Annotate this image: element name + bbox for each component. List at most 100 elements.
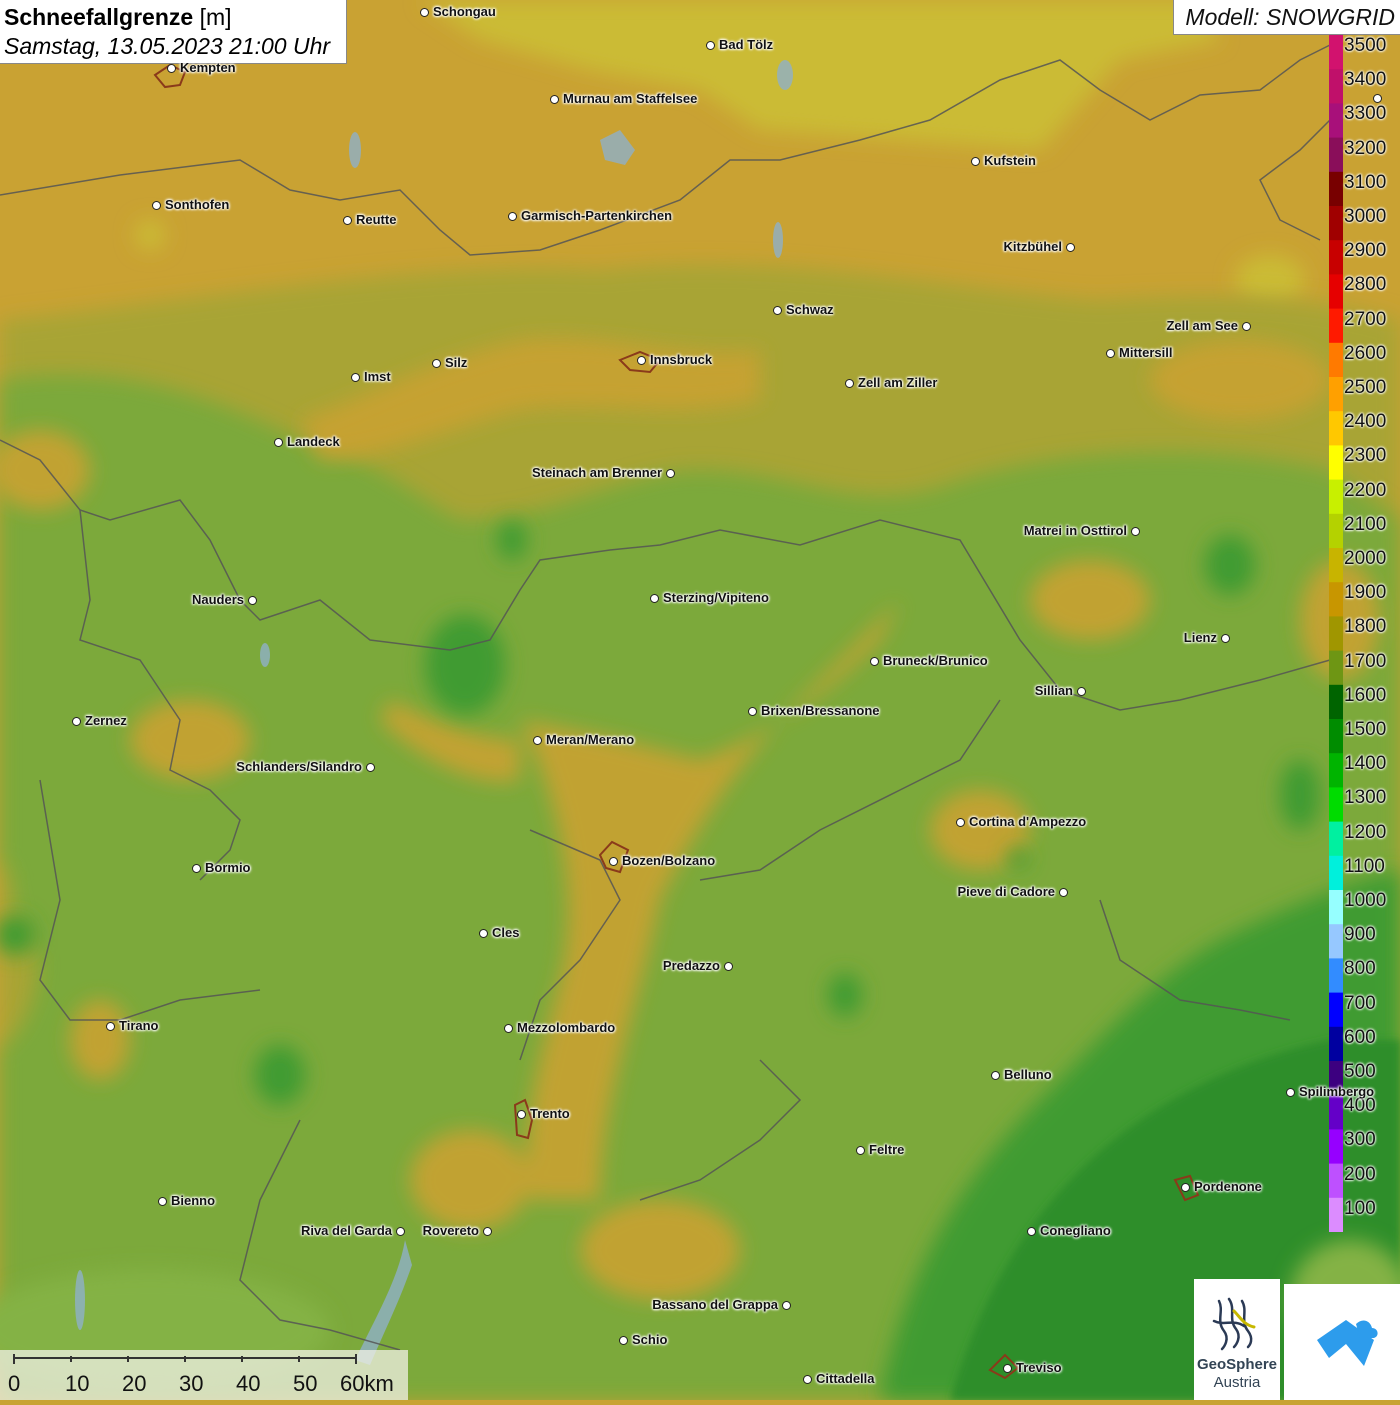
- city-marker: [420, 8, 429, 17]
- legend-value: 3500: [1344, 35, 1387, 56]
- scale-label: 50: [293, 1371, 318, 1396]
- geosphere-text: GeoSphere: [1196, 1356, 1278, 1373]
- legend-value: 2500: [1344, 377, 1387, 398]
- legend-value: 800: [1344, 958, 1376, 980]
- city-label: Schongau: [433, 4, 496, 19]
- city-label: Rovereto: [422, 1223, 479, 1238]
- city-marker: [72, 717, 81, 726]
- city-label: Riva del Garda: [300, 1223, 392, 1238]
- scale-label: 60km: [340, 1371, 394, 1396]
- map-title-box: Schneefallgrenze [m] Samstag, 13.05.2023…: [0, 0, 347, 64]
- city-label: Schwaz: [786, 302, 834, 317]
- legend-swatch: [1329, 787, 1343, 823]
- geosphere-logo[interactable]: GeoSphere Austria: [1194, 1279, 1280, 1400]
- city-marker: [1059, 888, 1068, 897]
- legend-swatch: [1329, 69, 1343, 104]
- legend-swatch: [1329, 1026, 1343, 1062]
- app-arrow-icon: [1317, 1320, 1378, 1366]
- legend-value: 900: [1344, 924, 1376, 946]
- city-marker: [343, 216, 352, 225]
- city-label: Bozen/Bolzano: [622, 853, 716, 868]
- city-marker: [396, 1227, 405, 1236]
- city-label: Kitzbühel: [1003, 239, 1063, 254]
- legend-swatch: [1329, 924, 1343, 959]
- legend-value: 1400: [1344, 753, 1387, 775]
- legend-swatch: [1329, 479, 1343, 515]
- city-marker: [1027, 1227, 1036, 1236]
- city-marker: [609, 857, 618, 866]
- city-label: Feltre: [869, 1142, 905, 1157]
- legend-value: 1100: [1344, 855, 1385, 877]
- city-marker: [773, 306, 782, 315]
- legend-swatch: [1329, 171, 1343, 207]
- city-marker: [167, 64, 176, 73]
- city-marker: [1242, 322, 1251, 331]
- legend-swatch: [1329, 308, 1343, 344]
- city-label: Cittadella: [816, 1371, 875, 1386]
- legend-value: 2700: [1344, 308, 1387, 330]
- legend-swatch: [1329, 958, 1343, 994]
- city-marker: [991, 1071, 1000, 1080]
- legend-swatch: [1329, 206, 1343, 241]
- legend-swatch: [1329, 719, 1343, 754]
- app-logo[interactable]: [1284, 1284, 1400, 1400]
- legend-swatch: [1329, 684, 1343, 720]
- title-main: Schneefallgrenze: [4, 4, 194, 30]
- city-marker: [803, 1375, 812, 1384]
- scale-label: 10: [65, 1371, 90, 1396]
- legend-value: 2100: [1344, 513, 1387, 535]
- legend-swatch: [1329, 992, 1343, 1028]
- legend-swatch: [1329, 103, 1343, 139]
- city-marker: [1066, 243, 1075, 252]
- legend-swatch: [1329, 1197, 1343, 1232]
- city-label: Mittersill: [1119, 345, 1173, 360]
- legend-value: 2300: [1344, 445, 1387, 467]
- map-title: Schneefallgrenze [m]: [4, 4, 232, 31]
- city-label: Garmisch-Partenkirchen: [521, 208, 673, 223]
- city-label: Nauders: [191, 592, 244, 607]
- model-label: Modell: SNOWGRID: [1185, 4, 1395, 30]
- legend-value: 1700: [1344, 650, 1387, 672]
- legend-value: 100: [1344, 1197, 1376, 1219]
- legend-value: 2900: [1344, 240, 1387, 262]
- city-label: Reutte: [356, 212, 397, 227]
- legend-value: 1600: [1344, 684, 1387, 706]
- legend-value: 3100: [1344, 171, 1387, 193]
- city-marker: [619, 1336, 628, 1345]
- city-marker: [856, 1146, 865, 1155]
- legend-swatch: [1329, 411, 1343, 446]
- city-label: Sterzing/Vipiteno: [663, 590, 769, 605]
- legend-value: 2200: [1344, 479, 1387, 501]
- city-label: Conegliano: [1040, 1223, 1111, 1238]
- city-label: Kempten: [180, 60, 236, 75]
- city-marker: [479, 929, 488, 938]
- city-label: Brixen/Bressanone: [761, 703, 880, 718]
- city-label: Pordenone: [1194, 1179, 1262, 1194]
- legend-swatch: [1329, 753, 1343, 788]
- legend-value: 300: [1344, 1129, 1376, 1151]
- city-marker: [158, 1197, 167, 1206]
- legend-value: 1500: [1344, 719, 1387, 740]
- city-marker: [192, 864, 201, 873]
- city-label: Bienno: [171, 1193, 216, 1208]
- legend-value: 1900: [1344, 582, 1387, 604]
- city-marker: [1106, 349, 1115, 358]
- city-label: Murnau am Staffelsee: [563, 91, 698, 106]
- city-marker: [351, 373, 360, 382]
- city-label: Tirano: [119, 1018, 159, 1033]
- model-box: Modell: SNOWGRID: [1173, 0, 1400, 35]
- city-label: Predazzo: [662, 958, 720, 973]
- legend-swatch: [1329, 821, 1343, 857]
- city-marker: [248, 596, 257, 605]
- city-label: Sonthofen: [165, 197, 230, 212]
- city-label: Bad Tölz: [719, 37, 774, 52]
- legend-value: 500: [1344, 1061, 1376, 1082]
- legend-swatch: [1329, 890, 1343, 925]
- city-marker: [956, 818, 965, 827]
- legend-value: 1000: [1344, 890, 1387, 911]
- legend-swatch: [1329, 650, 1343, 686]
- legend-swatch: [1329, 35, 1343, 70]
- city-marker: [748, 707, 757, 716]
- legend-value: 1300: [1344, 787, 1387, 809]
- city-label: Schio: [632, 1332, 668, 1347]
